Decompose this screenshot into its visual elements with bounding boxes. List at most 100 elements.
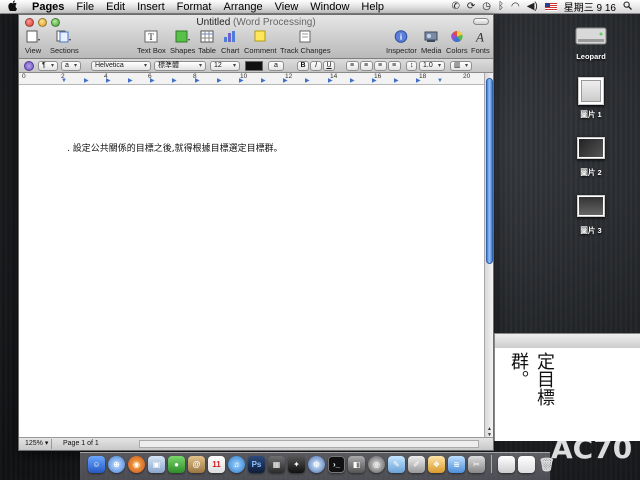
menu-edit[interactable]: Edit xyxy=(100,0,131,14)
preview-window[interactable]: 定目標群。 xyxy=(494,333,640,441)
trash-icon[interactable]: 🗑 xyxy=(538,456,555,473)
ruler-tab-stop[interactable]: ▶ xyxy=(84,77,89,84)
menu-arrange[interactable]: Arrange xyxy=(217,0,268,14)
menu-window[interactable]: Window xyxy=(304,0,355,14)
document-page[interactable]: . 設定公共關係的目標之後,就得根據目標選定目標群。 xyxy=(19,86,486,438)
paragraph-style-popup[interactable]: ¶ ▾ xyxy=(38,61,58,71)
columns-popup[interactable]: ▥ ▾ xyxy=(450,61,472,71)
menu-help[interactable]: Help xyxy=(355,0,390,14)
keynote-icon[interactable]: ❖ xyxy=(428,456,445,473)
styles-drawer-icon[interactable] xyxy=(24,61,34,71)
view-button[interactable]: View xyxy=(25,29,41,55)
table-button[interactable]: Table xyxy=(198,29,216,55)
firefox-icon[interactable]: ◉ xyxy=(128,456,145,473)
comment-button[interactable]: Comment xyxy=(244,29,277,55)
ruler-tab-stop[interactable]: ▶ xyxy=(416,77,421,84)
system-preferences-icon[interactable]: ⚙ xyxy=(308,456,325,473)
bold-button[interactable]: B xyxy=(297,61,309,71)
toolbar-toggle-button[interactable] xyxy=(473,18,489,25)
shapes-button[interactable]: Shapes xyxy=(170,29,195,55)
align-left-button[interactable]: ≡ xyxy=(346,61,359,71)
desktop-icon-picture-2[interactable]: 圖片 2 xyxy=(577,137,605,178)
photoshop-icon[interactable]: Ps xyxy=(248,456,265,473)
text-box-button[interactable]: T Text Box xyxy=(137,29,166,55)
ichat-icon[interactable]: ● xyxy=(168,456,185,473)
highlight-color-well[interactable]: a xyxy=(268,61,284,71)
time-machine-icon[interactable]: ◷ xyxy=(482,1,491,12)
preview-app-icon[interactable]: ▣ xyxy=(148,456,165,473)
ruler-tab-stop[interactable]: ▶ xyxy=(283,77,288,84)
finder-icon[interactable]: ☺ xyxy=(88,456,105,473)
horizontal-ruler[interactable]: 0 2 4 6 8 10 12 14 16 18 20 ▼ ▶ ▶ ▶ ▶ ▶ … xyxy=(19,73,486,85)
ruler-tab-stop[interactable]: ▶ xyxy=(172,77,177,84)
justify-button[interactable]: ≡ xyxy=(388,61,401,71)
menu-format[interactable]: Format xyxy=(171,0,218,14)
pages-app-icon[interactable]: ✐ xyxy=(408,456,425,473)
phone-icon[interactable]: ✆ xyxy=(451,1,459,12)
media-button[interactable]: Media xyxy=(421,29,441,55)
dvd-player-icon[interactable]: ✦ xyxy=(288,456,305,473)
window-titlebar[interactable]: Untitled (Word Processing) View Sections… xyxy=(19,15,493,59)
vertical-scroll-thumb[interactable] xyxy=(486,78,493,264)
chart-button[interactable]: Chart xyxy=(221,29,239,55)
sync-icon[interactable]: ⟳ xyxy=(467,1,475,12)
fonts-button[interactable]: A Fonts xyxy=(471,29,490,56)
ruler-left-indent-marker[interactable]: ▼ xyxy=(61,78,67,84)
desktop-icon-picture-3[interactable]: 圖片 3 xyxy=(577,195,605,236)
disk-utility-icon[interactable]: ◎ xyxy=(368,456,385,473)
volume-icon[interactable]: ◀) xyxy=(527,1,538,12)
ruler-tab-stop[interactable]: ▶ xyxy=(217,77,222,84)
ruler-tab-stop[interactable]: ▶ xyxy=(328,77,333,84)
menu-view[interactable]: View xyxy=(269,0,305,14)
track-changes-button[interactable]: Track Changes xyxy=(280,29,331,55)
ruler-tab-stop[interactable]: ▶ xyxy=(394,77,399,84)
documents-stack-icon[interactable] xyxy=(518,456,535,473)
sections-button[interactable]: Sections xyxy=(50,29,79,55)
address-book-icon[interactable]: @ xyxy=(188,456,205,473)
numbers-icon[interactable]: ≋ xyxy=(448,456,465,473)
zoom-popup[interactable]: 125% ▾ xyxy=(22,439,53,449)
activity-monitor-icon[interactable]: ◧ xyxy=(348,456,365,473)
horizontal-scrollbar[interactable] xyxy=(139,440,479,448)
preview-titlebar[interactable] xyxy=(495,334,640,348)
input-source-flag-icon[interactable] xyxy=(544,2,557,11)
bluetooth-icon[interactable]: ᛒ xyxy=(498,1,504,12)
ruler-tab-stop[interactable]: ▶ xyxy=(305,77,310,84)
ruler-tab-stop[interactable]: ▶ xyxy=(261,77,266,84)
ical-icon[interactable]: 11 xyxy=(208,456,225,473)
align-center-button[interactable]: ≡ xyxy=(360,61,373,71)
ruler-tab-stop[interactable]: ▶ xyxy=(128,77,133,84)
safari-icon[interactable]: ⊕ xyxy=(108,456,125,473)
menu-clock[interactable]: 星期三 9 16 xyxy=(564,0,616,14)
vertical-scrollbar[interactable]: ▲ ▼ xyxy=(484,73,493,438)
spotlight-icon[interactable] xyxy=(623,0,632,13)
colors-button[interactable]: Colors xyxy=(446,29,468,55)
photo-booth-icon[interactable]: ▦ xyxy=(268,456,285,473)
line-spacing-popup[interactable]: 1.0 ▾ xyxy=(419,61,445,71)
font-size-field[interactable]: 12 ▾ xyxy=(210,61,240,71)
character-style-popup[interactable]: a ▾ xyxy=(61,61,81,71)
ruler-tab-stop[interactable]: ▶ xyxy=(372,77,377,84)
itunes-icon[interactable]: ♫ xyxy=(228,456,245,473)
text-color-well[interactable] xyxy=(245,61,263,71)
inspector-button[interactable]: i Inspector xyxy=(386,29,417,55)
terminal-icon[interactable]: ›_ xyxy=(328,456,345,473)
font-family-popup[interactable]: Helvetica ▾ xyxy=(91,61,151,71)
typeface-popup[interactable]: 標準體 ▾ xyxy=(154,61,206,71)
wifi-icon[interactable]: ◠ xyxy=(511,1,520,12)
align-right-button[interactable]: ≡ xyxy=(374,61,387,71)
italic-button[interactable]: I xyxy=(310,61,322,71)
minimized-window-icon[interactable] xyxy=(498,456,515,473)
desktop-icon-leopard[interactable]: Leopard xyxy=(574,22,608,61)
ruler-tab-stop[interactable]: ▶ xyxy=(150,77,155,84)
ruler-tab-stop[interactable]: ▶ xyxy=(350,77,355,84)
line-spacing-icon-button[interactable]: ↕ xyxy=(406,61,417,71)
desktop-icon-picture-1[interactable]: 圖片 1 xyxy=(578,77,604,120)
ruler-tab-stop[interactable]: ▶ xyxy=(195,77,200,84)
apple-menu-icon[interactable] xyxy=(0,0,26,14)
menu-app-pages[interactable]: Pages xyxy=(26,0,70,14)
ruler-tab-stop[interactable]: ▶ xyxy=(239,77,244,84)
utility-app-icon[interactable]: ✂ xyxy=(468,456,485,473)
ruler-tab-stop[interactable]: ▶ xyxy=(106,77,111,84)
menu-file[interactable]: File xyxy=(70,0,100,14)
